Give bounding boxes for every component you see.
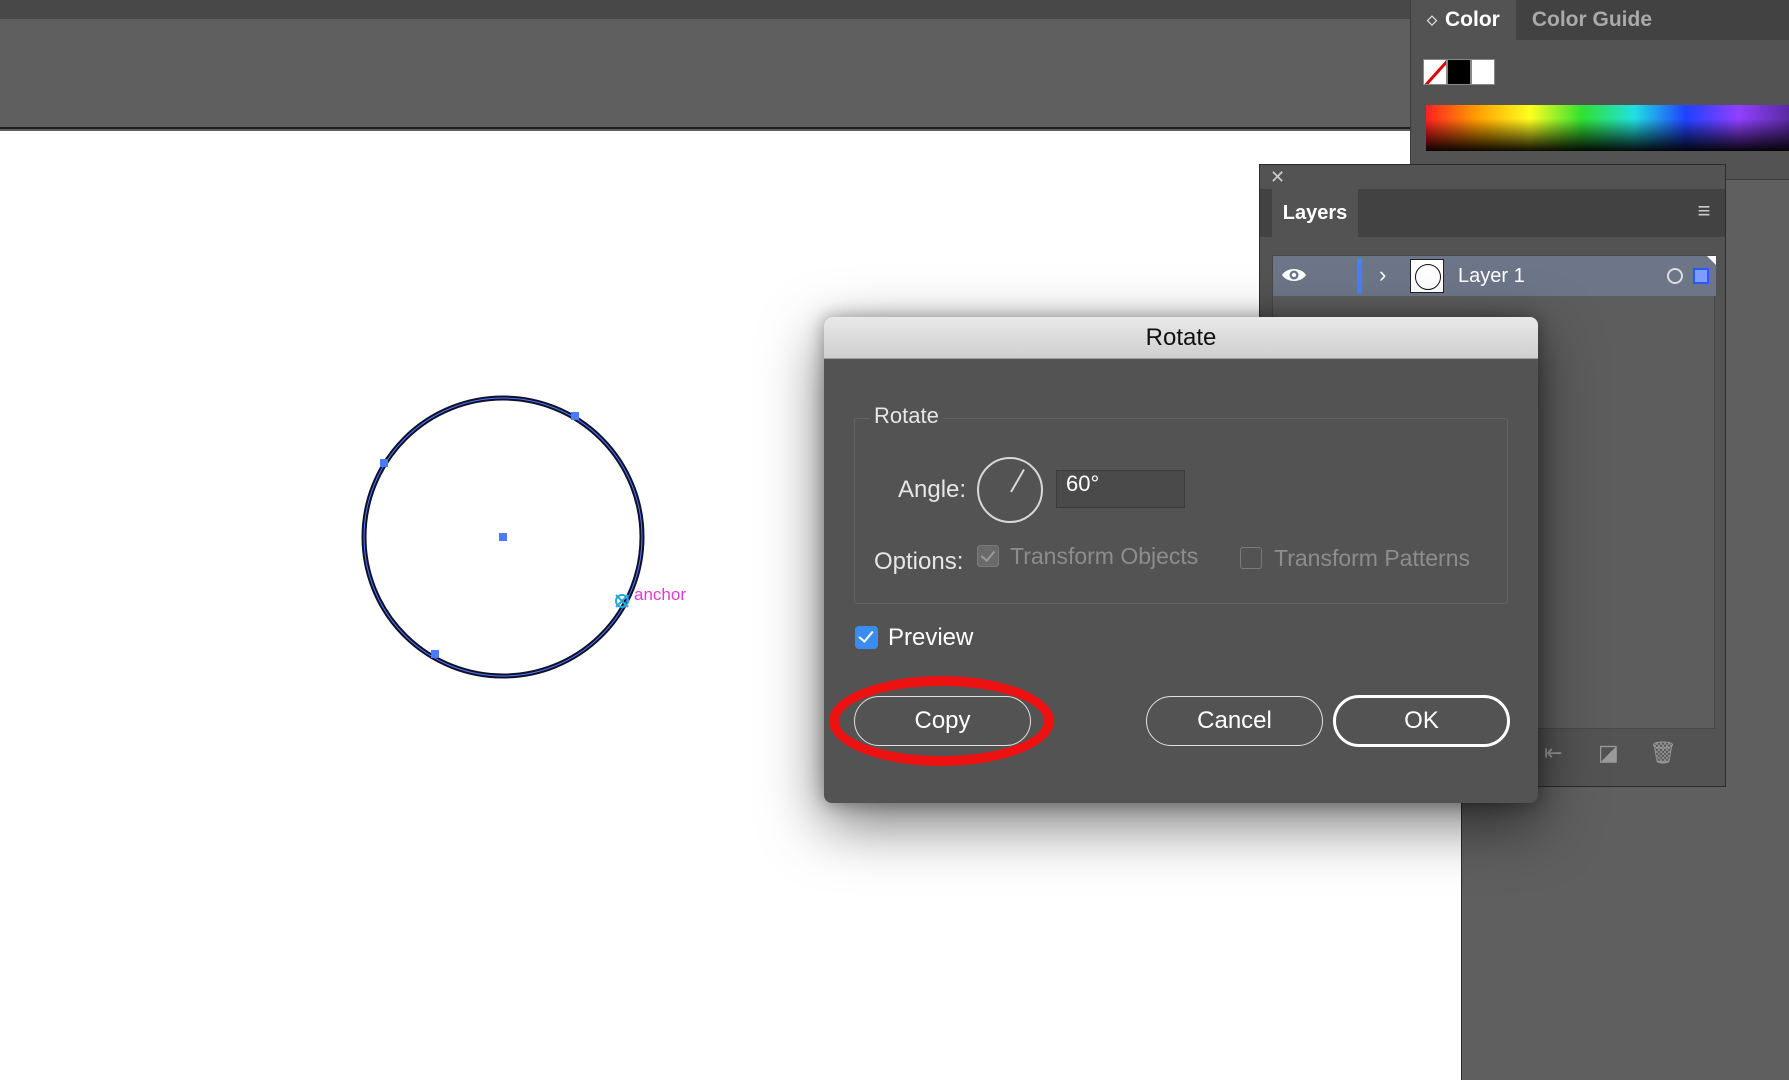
tab-layers[interactable]: Layers	[1272, 189, 1358, 237]
move-to-layer-icon[interactable]: ⇤	[1544, 740, 1562, 766]
panel-menu-icon[interactable]: ≡	[1693, 200, 1715, 222]
white-swatch[interactable]	[1471, 59, 1495, 85]
none-swatch[interactable]	[1423, 59, 1447, 85]
black-swatch[interactable]	[1447, 59, 1471, 85]
color-panel: ◇ Color Color Guide	[1410, 0, 1789, 180]
tab-color[interactable]: ◇ Color	[1411, 0, 1516, 40]
tab-color-guide-label: Color Guide	[1531, 8, 1652, 31]
layer-name[interactable]: Layer 1	[1458, 265, 1525, 288]
chevron-right-icon[interactable]: ›	[1379, 262, 1386, 288]
expand-collapse-icon[interactable]: ◇	[1427, 12, 1437, 28]
quick-swatches	[1423, 59, 1495, 85]
target-icon[interactable]	[1667, 268, 1683, 284]
anchor-point[interactable]	[431, 650, 439, 658]
preview-label: Preview	[888, 624, 974, 651]
center-point	[499, 533, 507, 541]
tab-color-label: Color	[1445, 8, 1500, 31]
new-layer-icon[interactable]: ◪	[1598, 740, 1619, 766]
ok-button[interactable]: OK	[1333, 695, 1510, 747]
angle-dial[interactable]	[977, 457, 1043, 523]
selection-indicator-icon[interactable]	[1693, 268, 1709, 284]
layer-thumbnail	[1410, 259, 1444, 293]
layer-corner-icon	[1707, 256, 1716, 265]
color-panel-tabs: ◇ Color Color Guide	[1411, 0, 1789, 40]
preview-checkbox[interactable]	[855, 626, 878, 649]
angle-input[interactable]: 60°	[1056, 470, 1185, 508]
transform-objects-label: Transform Objects	[1010, 543, 1199, 569]
trash-icon[interactable]: 🗑	[1649, 740, 1677, 766]
angle-label: Angle:	[898, 476, 967, 503]
eye-icon[interactable]	[1281, 266, 1307, 284]
transform-objects-checkbox[interactable]	[977, 545, 999, 567]
close-icon[interactable]: ✕	[1270, 167, 1285, 188]
transform-patterns-label: Transform Patterns	[1274, 545, 1470, 571]
options-label: Options:	[874, 548, 964, 575]
rotate-group-box	[854, 418, 1508, 604]
layers-header: Layers ≡	[1260, 189, 1725, 237]
anchor-smart-guide-label: anchor	[634, 585, 686, 604]
rotate-group-label: Rotate	[870, 403, 943, 429]
highlight-annotation	[829, 676, 1054, 766]
color-spectrum[interactable]	[1426, 105, 1789, 151]
transform-patterns-checkbox[interactable]	[1240, 547, 1262, 569]
layer-color-indicator	[1357, 258, 1362, 294]
anchor-point[interactable]	[380, 459, 388, 467]
dialog-title: Rotate	[824, 317, 1538, 359]
layer-row[interactable]: › Layer 1	[1273, 256, 1716, 296]
tab-color-guide[interactable]: Color Guide	[1516, 0, 1668, 40]
anchor-point[interactable]	[571, 412, 579, 420]
tab-layers-label: Layers	[1282, 201, 1348, 224]
cancel-button[interactable]: Cancel	[1146, 696, 1323, 746]
